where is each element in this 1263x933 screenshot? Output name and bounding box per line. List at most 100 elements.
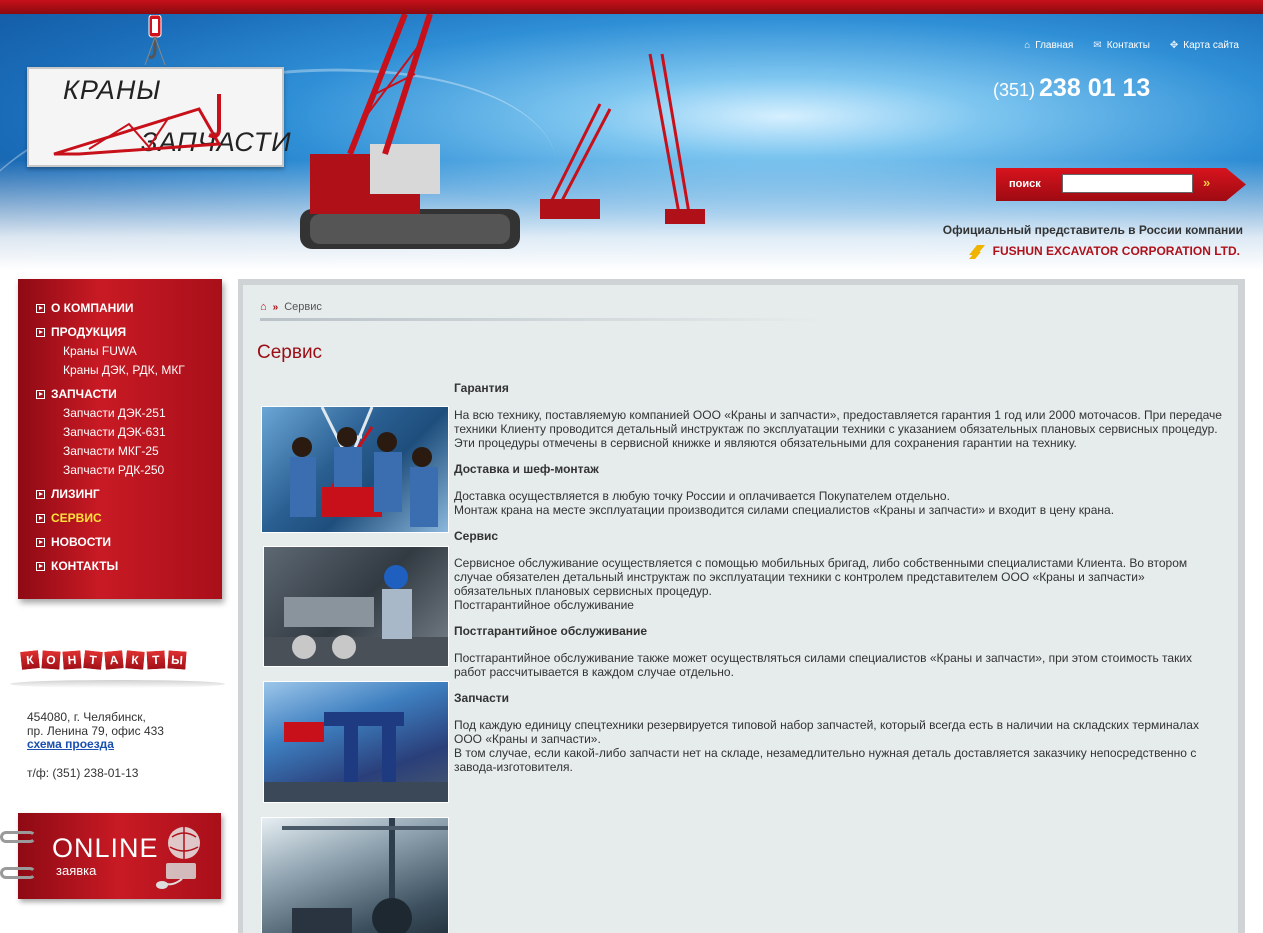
service-content: Гарантия На всю технику, поставляемую ко… (454, 381, 1224, 774)
nav-item-news[interactable]: НОВОСТИ (36, 535, 111, 549)
content-inner: ⌂ » Сервис Сервис Гарантия На всю техник… (243, 285, 1238, 933)
home-icon: ⌂ (1024, 40, 1031, 51)
top-link-home-label: Главная (1035, 40, 1074, 51)
section-text-service-1: Сервисное обслуживание осуществляется с … (454, 556, 1188, 598)
nav-item-parts[interactable]: ЗАПЧАСТИ (36, 387, 117, 401)
top-link-sitemap-label: Карта сайта (1183, 40, 1239, 51)
nav-sub-parts-dek251[interactable]: Запчасти ДЭК-251 (63, 406, 166, 420)
nav-sub-fuwa[interactable]: Краны FUWA (63, 344, 137, 358)
phone-number: 238 01 13 (1039, 74, 1151, 102)
photo-engineers-with-crane-model (261, 406, 449, 533)
contacts-heading: К О Н Т А К Т Ы (19, 649, 188, 671)
section-text-parts-1: Под каждую единицу спецтехники резервиру… (454, 718, 1199, 746)
nav-item-label: КОНТАКТЫ (51, 559, 119, 573)
fushun-logo-icon (968, 245, 985, 259)
bullet-icon (36, 389, 45, 399)
breadcrumb: ⌂ » Сервис (260, 301, 322, 313)
top-link-home[interactable]: ⌂ Главная (1024, 40, 1073, 51)
address-line-1: 454080, г. Челябинск, (27, 710, 146, 724)
online-subtitle: заявка (56, 863, 97, 878)
breadcrumb-home-icon[interactable]: ⌂ (260, 301, 267, 313)
crane-hero-illustration (300, 14, 705, 249)
breadcrumb-underline (260, 318, 825, 321)
contacts-letter: Т (145, 649, 167, 671)
bullet-icon (36, 561, 45, 571)
section-text-post-warranty: Постгарантийное обслуживание также может… (454, 651, 1193, 679)
bullet-icon (36, 327, 45, 337)
nav-item-service[interactable]: СЕРВИС (36, 511, 102, 525)
phone-code: (351) (993, 80, 1036, 100)
breadcrumb-current: Сервис (284, 301, 322, 313)
contacts-phone: т/ф: (351) 238-01-13 (27, 766, 139, 780)
nav-item-label: ЛИЗИНГ (51, 487, 100, 501)
crane-hook-icon (144, 15, 166, 65)
fushun-brand: FUSHUN EXCAVATOR CORPORATION LTD. (967, 241, 1240, 261)
contacts-letter: Т (82, 649, 104, 671)
section-heading-delivery: Доставка и шеф-монтаж (454, 462, 599, 476)
bullet-icon (36, 537, 45, 547)
photo-worker-repairing-machinery (263, 546, 449, 667)
breadcrumb-separator-icon: » (272, 301, 279, 313)
nav-sub-parts-dek631[interactable]: Запчасти ДЭК-631 (63, 425, 166, 439)
header-phone: (351) 238 01 13 (993, 74, 1150, 103)
online-request-button[interactable]: ONLINE заявка (18, 813, 221, 899)
section-heading-warranty: Гарантия (454, 381, 509, 395)
nav-item-leasing[interactable]: ЛИЗИНГ (36, 487, 100, 501)
contacts-letter: К (19, 649, 41, 671)
top-link-sitemap[interactable]: ✥ Карта сайта (1170, 40, 1239, 51)
top-bar (0, 0, 1263, 14)
official-representative-text: Официальный представитель в России компа… (942, 223, 1243, 237)
online-title: ONLINE (52, 833, 159, 863)
sitemap-icon: ✥ (1169, 40, 1179, 51)
contacts-letter: О (40, 649, 62, 671)
contacts-letter: Ы (166, 649, 188, 671)
nav-item-label: О КОМПАНИИ (51, 301, 134, 315)
section-text-warranty: На всю технику, поставляемую компанией О… (454, 408, 1222, 450)
page-title: Сервис (257, 342, 323, 363)
search-label: поиск (1009, 178, 1041, 190)
top-link-contacts[interactable]: ✉ Контакты (1093, 40, 1150, 51)
search-box: поиск » (996, 168, 1246, 201)
contacts-divider (10, 680, 225, 688)
nav-item-label: НОВОСТИ (51, 535, 112, 549)
globe-icon (156, 827, 200, 889)
section-text-parts-2: В том случае, если какой-либо запчасти н… (454, 746, 1197, 774)
photo-factory-workshop (261, 817, 449, 933)
mail-icon: ✉ (1093, 40, 1102, 51)
section-heading-post-warranty: Постгарантийное обслуживание (454, 624, 648, 638)
contacts-letter: Н (61, 649, 83, 671)
address-line-2: пр. Ленина 79, офис 433 (27, 724, 164, 738)
search-input[interactable] (1062, 174, 1193, 193)
clip-decoration (0, 831, 36, 843)
contacts-address: 454080, г. Челябинск, пр. Ленина 79, офи… (27, 710, 164, 738)
section-text-delivery-1: Доставка осуществляется в любую точку Ро… (454, 489, 950, 503)
site-logo[interactable]: КРАНЫ ЗАПЧАСТИ (27, 67, 291, 167)
top-link-contacts-label: Контакты (1106, 40, 1150, 51)
section-text-service-2: Постгарантийное обслуживание (454, 598, 634, 612)
bullet-icon (36, 303, 45, 313)
nav-sub-parts-rdk250[interactable]: Запчасти РДК-250 (63, 463, 164, 477)
nav-sub-parts-mkg25[interactable]: Запчасти МКГ-25 (63, 444, 159, 458)
nav-item-label: СЕРВИС (51, 511, 102, 525)
bullet-icon (36, 513, 45, 523)
content-panel: ⌂ » Сервис Сервис Гарантия На всю техник… (238, 279, 1245, 933)
logo-crane-graphic (53, 94, 222, 156)
nav-item-about[interactable]: О КОМПАНИИ (36, 301, 134, 315)
search-submit-button[interactable]: » (1203, 175, 1210, 190)
bullet-icon (36, 489, 45, 499)
map-link[interactable]: схема проезда (27, 737, 114, 751)
contacts-letter: К (124, 649, 146, 671)
nav-item-contacts[interactable]: КОНТАКТЫ (36, 559, 118, 573)
main-navigation: О КОМПАНИИ ПРОДУКЦИЯ Краны FUWA Краны ДЭ… (18, 279, 222, 599)
clip-decoration (0, 867, 36, 879)
nav-item-label: ЗАПЧАСТИ (51, 387, 117, 401)
nav-sub-dek-rdk-mkg[interactable]: Краны ДЭК, РДК, МКГ (63, 363, 185, 377)
top-links: ⌂ Главная ✉ Контакты ✥ Карта сайта (1024, 40, 1239, 51)
contacts-letter: А (103, 649, 125, 671)
section-text-delivery-2: Монтаж крана на месте эксплуатации произ… (454, 503, 1115, 517)
section-heading-service: Сервис (454, 529, 499, 543)
nav-item-products[interactable]: ПРОДУКЦИЯ (36, 325, 126, 339)
nav-item-label: ПРОДУКЦИЯ (51, 325, 127, 339)
photo-crane-in-port (263, 681, 449, 803)
section-heading-parts: Запчасти (454, 691, 510, 705)
